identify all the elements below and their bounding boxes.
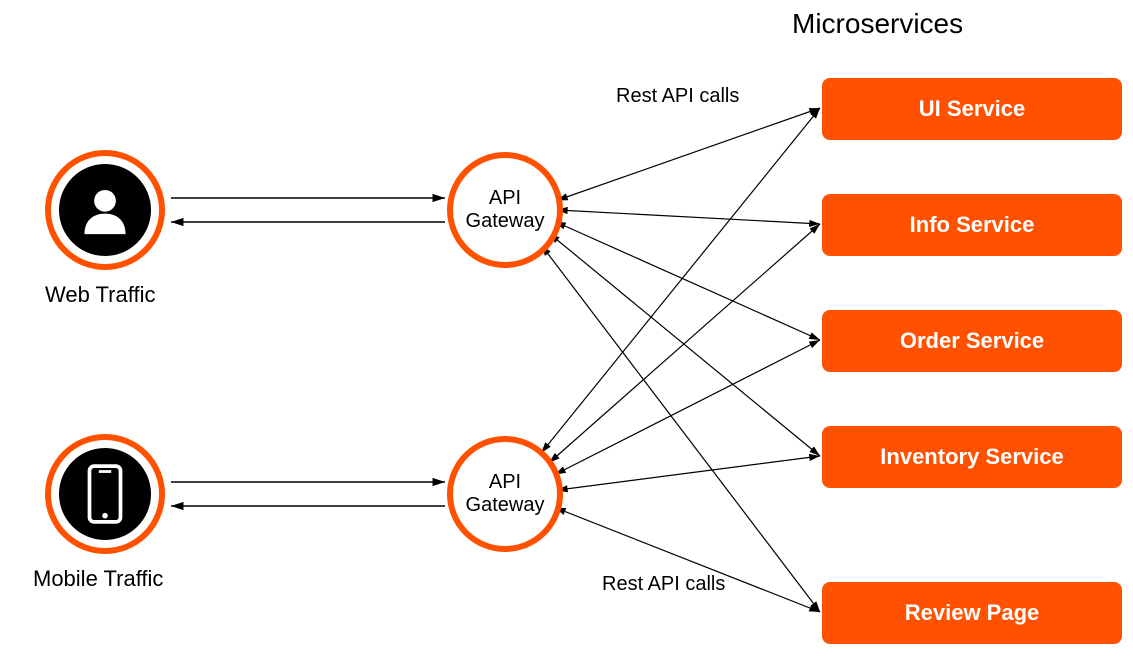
client-mobile-label: Mobile Traffic [33, 566, 163, 592]
client-mobile [45, 434, 165, 554]
phone-icon [85, 463, 125, 525]
service-inventory-label: Inventory Service [880, 444, 1063, 470]
client-web-label: Web Traffic [45, 282, 155, 308]
gateway-1-line1: API [489, 187, 521, 210]
gateway-1-line2: Gateway [466, 210, 545, 233]
diagram-title: Microservices [792, 8, 963, 40]
service-info: Info Service [822, 194, 1122, 256]
gateway-2-line2: Gateway [466, 494, 545, 517]
service-ui: UI Service [822, 78, 1122, 140]
client-web [45, 150, 165, 270]
annotation-top: Rest API calls [616, 85, 739, 108]
service-inventory: Inventory Service [822, 426, 1122, 488]
service-ui-label: UI Service [919, 96, 1025, 122]
gateway-2-line1: API [489, 471, 521, 494]
api-gateway-2: API Gateway [447, 436, 563, 552]
api-gateway-1: API Gateway [447, 152, 563, 268]
service-review: Review Page [822, 582, 1122, 644]
service-order: Order Service [822, 310, 1122, 372]
annotation-bottom: Rest API calls [602, 573, 725, 596]
service-review-label: Review Page [905, 600, 1040, 626]
service-info-label: Info Service [910, 212, 1035, 238]
service-order-label: Order Service [900, 328, 1044, 354]
user-icon [76, 181, 134, 239]
